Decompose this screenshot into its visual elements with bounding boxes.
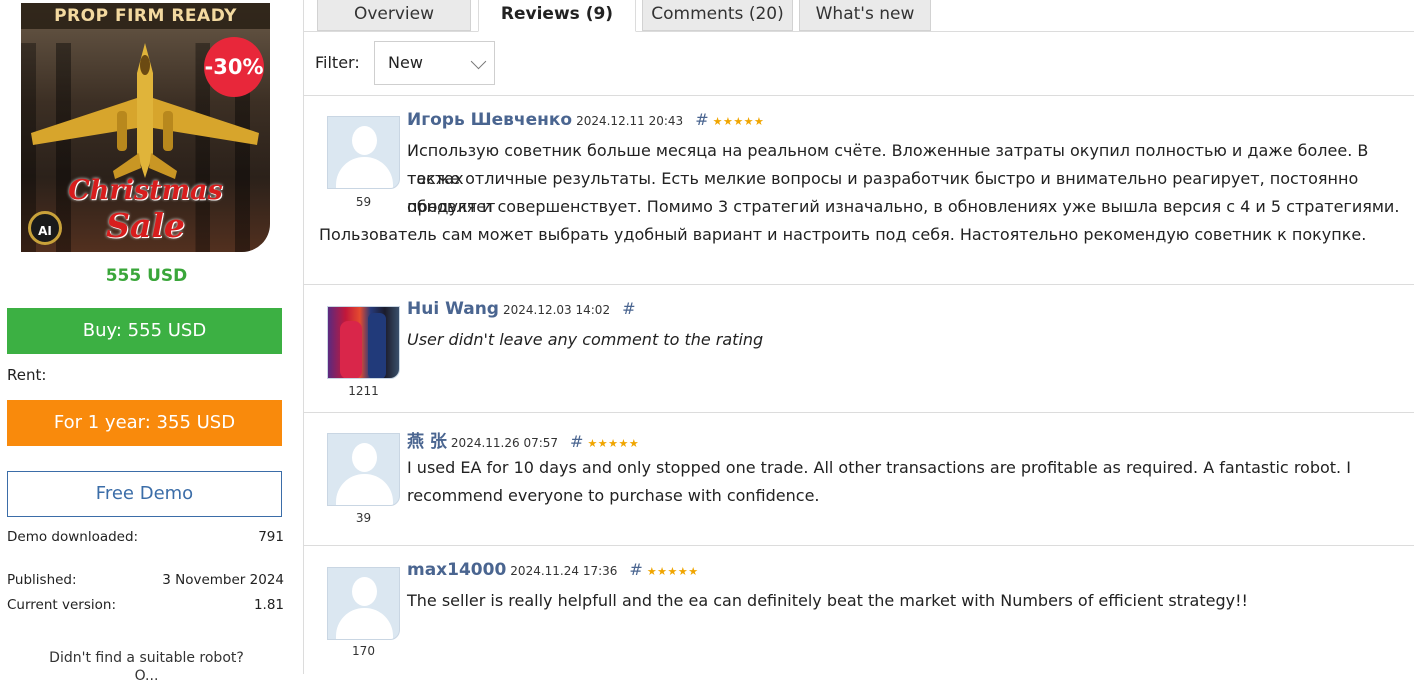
product-sidebar: PROP FIRM READY -30% Christmas Sale AI 5… — [0, 0, 303, 684]
tab-overview[interactable]: Overview — [317, 0, 471, 31]
user-rank: 59 — [355, 195, 372, 209]
tab-reviews[interactable]: Reviews (9) — [478, 0, 636, 32]
published-row: Published: 3 November 2024 — [7, 572, 284, 588]
filter-label: Filter: — [315, 53, 360, 72]
review-header: max14000 2024.11.24 17:36 # ★★★★★ — [407, 560, 699, 580]
filter-dropdown[interactable]: New — [374, 41, 495, 85]
star-rating-icon: ★★★★★ — [646, 565, 699, 578]
review-header: 燕 张 2024.11.26 07:57 # ★★★★★ — [407, 427, 639, 452]
avatar[interactable] — [327, 567, 400, 640]
demo-downloaded-value: 791 — [258, 529, 284, 545]
suitable-robot-prompt: Didn't find a suitable robot? — [49, 650, 244, 666]
review-text-line: User didn't leave any comment to the rat… — [407, 330, 764, 349]
version-label: Current version: — [7, 597, 116, 613]
demo-downloaded-label: Demo downloaded: — [7, 529, 139, 545]
avatar[interactable] — [327, 433, 400, 506]
review-divider — [304, 284, 1414, 285]
version-row: Current version: 1.81 — [7, 597, 284, 613]
star-rating-icon: ★★★★★ — [587, 437, 640, 450]
demo-downloaded-row: Demo downloaded: 791 — [7, 529, 284, 545]
star-rating-icon: ★★★★★ — [712, 115, 765, 128]
review-author[interactable]: 燕 张 — [407, 432, 447, 452]
avatar[interactable] — [327, 306, 400, 379]
buy-button[interactable]: Buy: 555 USD — [7, 308, 282, 354]
ai-badge-icon: AI — [28, 211, 62, 245]
review-permalink[interactable]: # — [695, 110, 708, 129]
published-label: Published: — [7, 572, 77, 588]
review-header: Игорь Шевченко 2024.12.11 20:43 # ★★★★★ — [407, 110, 764, 130]
review-text-line: Пользователь сам может выбрать удобный в… — [319, 225, 1367, 244]
review-date: 2024.12.11 20:43 — [576, 114, 684, 128]
sidebar-divider — [303, 0, 304, 674]
review-author[interactable]: Игорь Шевченко — [407, 110, 572, 130]
review-text-line: I used EA for 10 days and only stopped o… — [407, 458, 1351, 477]
review-date: 2024.12.03 14:02 — [502, 303, 611, 317]
published-value: 3 November 2024 — [162, 572, 284, 588]
sale-title-line1: Christmas — [68, 175, 223, 206]
review-author[interactable]: Hui Wang — [407, 299, 499, 319]
review-date: 2024.11.24 17:36 — [510, 564, 618, 578]
user-rank: 170 — [352, 644, 375, 658]
avatar[interactable] — [327, 116, 400, 189]
version-value: 1.81 — [253, 597, 284, 613]
filter-selected-value: New — [388, 53, 423, 72]
review-divider — [304, 412, 1414, 413]
review-author[interactable]: max14000 — [407, 560, 506, 580]
rent-label: Rent: — [7, 366, 47, 384]
review-text-line: The seller is really helpfull and the ea… — [407, 591, 1248, 610]
chevron-down-icon — [470, 53, 487, 70]
filter-divider — [304, 95, 1414, 96]
suitable-robot-prompt-line2[interactable]: O... — [0, 668, 293, 684]
review-permalink[interactable]: # — [570, 432, 583, 451]
review-date: 2024.11.26 07:57 — [450, 436, 559, 450]
discount-badge: -30% — [204, 37, 264, 97]
product-image[interactable]: PROP FIRM READY -30% Christmas Sale AI — [21, 3, 270, 252]
rent-button[interactable]: For 1 year: 355 USD — [7, 400, 282, 446]
user-rank: 1211 — [348, 384, 379, 398]
review-permalink[interactable]: # — [629, 560, 642, 579]
review-divider — [304, 545, 1414, 546]
review-text-line: продукт и совершенствует. Помимо 3 страт… — [407, 197, 1400, 216]
review-permalink[interactable]: # — [622, 299, 635, 318]
product-price: 555 USD — [105, 266, 188, 286]
tab-whats-new[interactable]: What's new — [799, 0, 931, 31]
review-text-line: recommend everyone to purchase with conf… — [407, 486, 820, 505]
free-demo-button[interactable]: Free Demo — [7, 471, 282, 517]
user-rank: 39 — [355, 511, 372, 525]
tab-comments[interactable]: Comments (20) — [642, 0, 793, 31]
review-header: Hui Wang 2024.12.03 14:02 # — [407, 299, 635, 319]
